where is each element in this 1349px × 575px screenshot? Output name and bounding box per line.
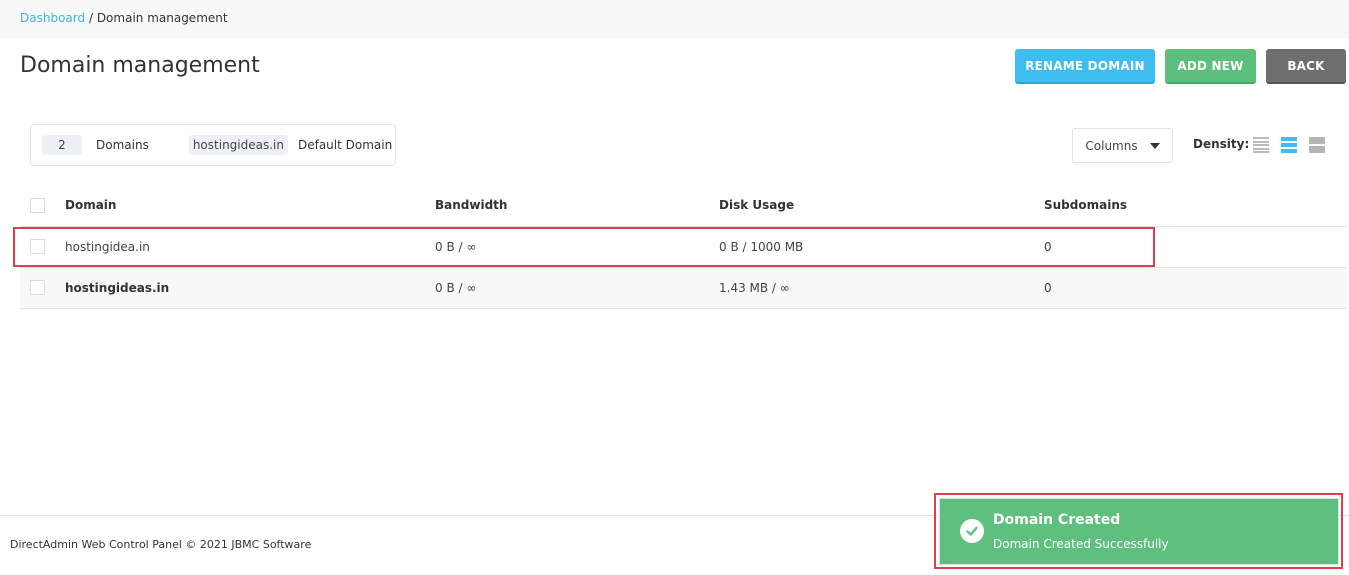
- select-all-checkbox[interactable]: [30, 197, 45, 213]
- bandwidth-cell: 0 B / ∞: [435, 226, 719, 268]
- subdomains-cell: 0: [1044, 267, 1347, 309]
- success-toast[interactable]: Domain Created Domain Created Successful…: [939, 498, 1339, 565]
- domain-cell[interactable]: hostingidea.in: [65, 226, 435, 268]
- domain-stats: 2 Domains hostingideas.in Default Domain: [30, 124, 396, 166]
- bandwidth-cell: 0 B / ∞: [435, 267, 719, 309]
- disk-usage-cell: 0 B / 1000 MB: [719, 226, 1044, 268]
- domains-table: Domain Bandwidth Disk Usage Subdomains h…: [20, 185, 1347, 309]
- domain-cell[interactable]: hostingideas.in: [65, 267, 435, 309]
- table-header-row: Domain Bandwidth Disk Usage Subdomains: [20, 185, 1347, 227]
- toast-title: Domain Created: [993, 512, 1121, 528]
- add-new-button[interactable]: ADD NEW: [1165, 49, 1256, 84]
- table-row[interactable]: hostingideas.in 0 B / ∞ 1.43 MB / ∞ 0: [20, 267, 1347, 309]
- density-compact-icon[interactable]: [1253, 137, 1269, 153]
- density-normal-icon[interactable]: [1281, 137, 1297, 153]
- header-subdomains[interactable]: Subdomains: [1044, 185, 1347, 227]
- rename-domain-button[interactable]: RENAME DOMAIN: [1015, 49, 1155, 84]
- default-domain-badge: hostingideas.in: [188, 135, 288, 155]
- header-disk-usage[interactable]: Disk Usage: [719, 185, 1044, 227]
- page-title: Domain management: [20, 53, 260, 78]
- breadcrumb-current: Domain management: [96, 11, 228, 25]
- subdomains-cell: 0: [1044, 226, 1347, 268]
- breadcrumb: Dashboard / Domain management: [0, 0, 1349, 38]
- check-circle-icon: [960, 519, 984, 543]
- back-button[interactable]: BACK: [1266, 49, 1346, 84]
- header-bandwidth[interactable]: Bandwidth: [435, 185, 719, 227]
- disk-usage-cell: 1.43 MB / ∞: [719, 267, 1044, 309]
- columns-dropdown[interactable]: Columns: [1072, 128, 1173, 163]
- toast-message: Domain Created Successfully: [993, 537, 1169, 551]
- domain-count-badge: 2: [42, 135, 82, 155]
- breadcrumb-separator: /: [88, 11, 93, 25]
- domain-count-label: Domains: [96, 138, 149, 152]
- density-label: Density:: [1193, 137, 1250, 151]
- row-checkbox[interactable]: [30, 239, 45, 254]
- row-checkbox[interactable]: [30, 280, 45, 295]
- header-domain[interactable]: Domain: [65, 185, 435, 227]
- breadcrumb-dashboard-link[interactable]: Dashboard: [20, 11, 85, 25]
- caret-down-icon: [1149, 142, 1160, 149]
- table-row[interactable]: hostingidea.in 0 B / ∞ 0 B / 1000 MB 0: [20, 226, 1347, 268]
- columns-label: Columns: [1085, 138, 1138, 153]
- footer-text: DirectAdmin Web Control Panel © 2021 JBM…: [10, 538, 312, 551]
- default-domain-label: Default Domain: [297, 138, 393, 152]
- density-comfortable-icon[interactable]: [1309, 137, 1325, 153]
